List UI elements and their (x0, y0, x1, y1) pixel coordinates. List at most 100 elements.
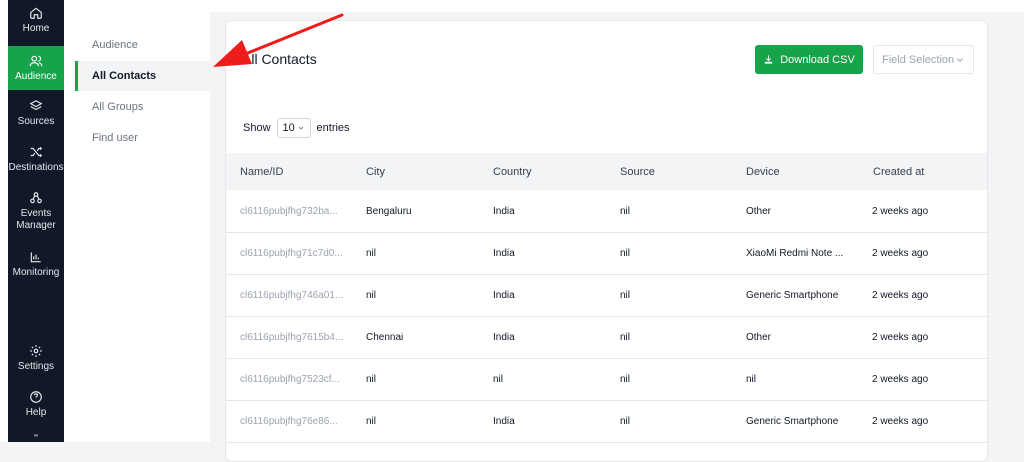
cell-id[interactable]: cl6116pubjfhg76e86... (240, 400, 338, 442)
cell-created-at: 2 weeks ago (872, 289, 929, 301)
nodes-icon (30, 192, 42, 204)
page-size-control: Show 10 entries (243, 118, 350, 138)
nav-item-events-manager[interactable]: Events Manager (8, 191, 64, 235)
chevron-down-icon (957, 57, 963, 62)
grid-icon (34, 434, 38, 437)
cell-source: nil (620, 373, 631, 385)
nav-label: Events Manager (16, 208, 56, 231)
column-header-country[interactable]: Country (493, 166, 532, 178)
table-row[interactable]: cl6116pubjfhg7523cf... nil nil nil nil 2… (226, 358, 987, 401)
contacts-card: All Contacts Download CSV Field Selectio… (225, 20, 988, 462)
table-row[interactable]: cl6116pubjfhg71c7d0... nil India nil Xia… (226, 232, 987, 275)
cell-created-at: 2 weeks ago (872, 205, 929, 217)
table-row[interactable]: cl6116pubjfhg732ba... Bengaluru India ni… (226, 190, 987, 233)
cell-country: India (493, 289, 515, 301)
home-icon (30, 7, 42, 19)
nav-item-help[interactable]: Help (8, 390, 64, 422)
chevron-down-icon (298, 126, 303, 130)
column-header-city[interactable]: City (366, 166, 385, 178)
nav-item-sources[interactable]: Sources (8, 99, 64, 131)
cell-created-at: 2 weeks ago (872, 373, 929, 385)
rail-edge (0, 0, 8, 442)
shuffle-icon (30, 146, 43, 158)
nav-label: Help (25, 407, 47, 418)
cell-device: nil (746, 373, 757, 385)
cell-id[interactable]: cl6116pubjfhg7523cf... (240, 358, 340, 400)
show-label: Show (243, 122, 271, 134)
column-header-created-at[interactable]: Created at (873, 166, 924, 178)
subnav-label: All Groups (92, 101, 144, 113)
cell-city: nil (366, 247, 377, 259)
cell-country: India (493, 415, 515, 427)
cell-id[interactable]: cl6116pubjfhg7615b4... (240, 316, 343, 358)
cell-city: nil (366, 289, 377, 301)
nav-label: Sources (17, 116, 55, 127)
nav-item-monitoring[interactable]: Monitoring (8, 250, 64, 282)
column-header-device[interactable]: Device (746, 166, 780, 178)
cell-id[interactable]: cl6116pubjfhg746a01... (240, 274, 343, 316)
cell-source: nil (620, 205, 631, 217)
entries-value: 10 (282, 122, 295, 134)
entries-label: entries (316, 122, 350, 134)
field-selection-label: Field Selection (882, 53, 955, 66)
subnav-item-find-user[interactable]: Find user (75, 123, 210, 153)
table-header: Name/ID City Country Source Device Creat… (226, 153, 987, 190)
help-circle-icon (30, 391, 42, 403)
cell-device: Other (746, 205, 772, 217)
top-bar (210, 0, 1024, 12)
table-row[interactable]: cl6116pubjfhg7615b4... Chennai India nil… (226, 316, 987, 359)
nav-item-home[interactable]: Home (8, 6, 64, 40)
subnav-label: Audience (92, 39, 138, 51)
cell-device: Generic Smartphone (746, 289, 839, 301)
cell-city: nil (366, 415, 377, 427)
table-row[interactable]: cl6116pubjfhg746a01... nil India nil Gen… (226, 274, 987, 317)
subnav-item-all-groups[interactable]: All Groups (75, 92, 210, 122)
cell-created-at: 2 weeks ago (872, 331, 929, 343)
cell-device: XiaoMi Redmi Note ... (746, 247, 844, 259)
subnav-label: All Contacts (92, 70, 157, 82)
nav-label: Settings (17, 361, 55, 372)
cell-country: India (493, 205, 515, 217)
layers-icon (29, 100, 43, 111)
column-header-source[interactable]: Source (620, 166, 655, 178)
cell-source: nil (620, 247, 631, 259)
audience-subnav: Audience All Contacts All Groups Find us… (64, 0, 210, 442)
nav-label: Audience (15, 70, 57, 82)
cell-source: nil (620, 289, 631, 301)
subnav-item-all-contacts[interactable]: All Contacts (75, 61, 210, 91)
entries-per-page-select[interactable]: 10 (276, 118, 311, 138)
download-icon (765, 55, 773, 64)
cell-device: Generic Smartphone (746, 415, 839, 427)
cell-city: nil (366, 373, 377, 385)
download-csv-button[interactable]: Download CSV (755, 45, 863, 74)
cell-country: India (493, 331, 515, 343)
column-header-name[interactable]: Name/ID (240, 166, 283, 178)
cell-country: nil (493, 373, 504, 385)
download-csv-label: Download CSV (780, 53, 855, 66)
cell-country: India (493, 247, 515, 259)
nav-item-audience[interactable]: Audience (8, 46, 64, 90)
nav-item-destinations[interactable]: Destinations (8, 145, 64, 177)
subnav-label: Find user (92, 132, 138, 144)
cell-source: nil (620, 415, 631, 427)
cell-source: nil (620, 331, 631, 343)
field-selection-dropdown[interactable]: Field Selection (873, 45, 974, 74)
cell-device: Other (746, 331, 772, 343)
cell-created-at: 2 weeks ago (872, 247, 929, 259)
cell-city: Chennai (366, 331, 404, 343)
cell-id[interactable]: cl6116pubjfhg732ba... (240, 190, 338, 232)
bar-chart-icon (30, 252, 41, 263)
table-row[interactable]: cl6116pubjfhg76e86... nil India nil Gene… (226, 400, 987, 443)
nav-label: Home (22, 23, 50, 34)
subnav-item-audience[interactable]: Audience (75, 30, 210, 60)
cell-city: Bengaluru (366, 205, 412, 217)
cell-created-at: 2 weeks ago (872, 415, 929, 427)
nav-label: Monitoring (12, 267, 60, 278)
page-title: All Contacts (242, 51, 317, 67)
cell-id[interactable]: cl6116pubjfhg71c7d0... (240, 232, 343, 274)
nav-label: Destinations (8, 162, 64, 173)
gear-icon (30, 345, 42, 357)
users-icon (29, 55, 43, 66)
nav-item-more[interactable] (8, 434, 64, 442)
nav-item-settings[interactable]: Settings (8, 344, 64, 376)
